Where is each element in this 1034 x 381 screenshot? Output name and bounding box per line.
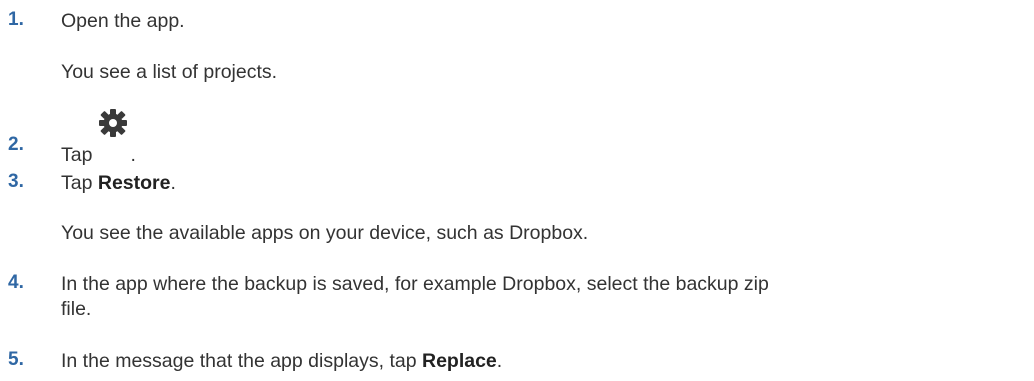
step-text-after: .	[170, 172, 176, 194]
step-text: Open the app.	[61, 10, 185, 32]
step-number: 3.	[8, 171, 24, 192]
step-text: In the message that the app displays, ta…	[61, 347, 502, 376]
step-note: You see the available apps on your devic…	[61, 222, 589, 244]
step-text-line-1: In the app where the backup is saved, fo…	[61, 273, 769, 295]
restore-label: Restore	[97, 172, 171, 194]
step-text-after: .	[496, 350, 503, 372]
step-text: Tap .	[61, 108, 136, 166]
step-number: 1.	[8, 9, 24, 30]
step-text-after: .	[130, 144, 136, 166]
step-text-line-2: file.	[61, 298, 92, 320]
step-note: You see a list of projects.	[61, 61, 278, 83]
step-text: Tap Restore.	[61, 169, 176, 198]
step-number: 4.	[8, 272, 24, 293]
step-text-before: Tap	[61, 144, 93, 166]
step-number: 2.	[8, 134, 24, 155]
step-number: 5.	[8, 349, 24, 370]
replace-label: Replace	[421, 350, 497, 372]
step-text-before: Tap	[61, 172, 98, 194]
gear-icon	[99, 109, 128, 137]
step-text-before: In the message that the app displays, ta…	[61, 350, 422, 372]
